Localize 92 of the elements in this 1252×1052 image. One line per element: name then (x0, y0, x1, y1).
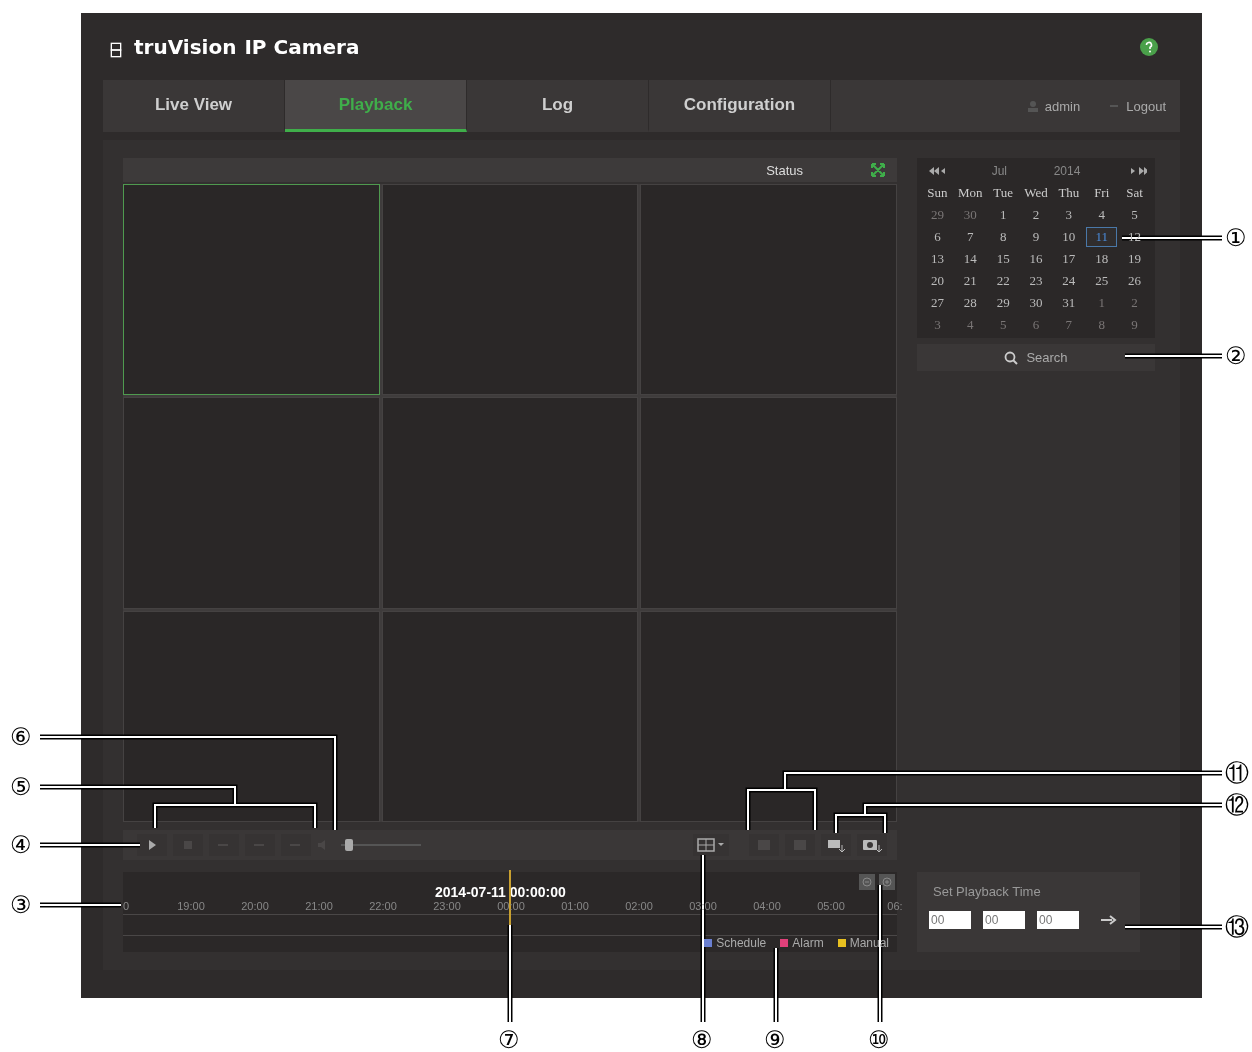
calendar-day[interactable]: 19 (1119, 249, 1150, 269)
calendar-day[interactable]: 4 (1086, 205, 1118, 225)
calendar-day[interactable]: 5 (1119, 205, 1150, 225)
calendar-day[interactable]: 22 (987, 271, 1019, 291)
time-tick: 22:00 (368, 900, 398, 912)
calendar-day[interactable]: 9 (1020, 227, 1052, 247)
callout-number: ③ (10, 893, 32, 917)
video-pane[interactable] (123, 610, 380, 822)
logo-text: truVision (134, 34, 237, 59)
calendar-day[interactable]: 3 (1053, 205, 1085, 225)
product-name: IP Camera (244, 34, 360, 59)
calendar-month: Jul (991, 164, 1007, 178)
calendar-day[interactable]: 23 (1020, 271, 1052, 291)
time-tick: 01:00 (560, 900, 590, 912)
calendar-day[interactable]: 25 (1086, 271, 1118, 291)
search-icon (1004, 350, 1019, 365)
calendar-day[interactable]: 15 (987, 249, 1019, 269)
calendar-day[interactable]: 26 (1119, 271, 1150, 291)
help-icon[interactable] (1140, 37, 1158, 56)
calendar-day[interactable]: 6 (922, 227, 953, 247)
legend-label: Schedule (716, 936, 767, 950)
video-download-icon (826, 837, 846, 853)
weekday-label: Mon (957, 184, 984, 202)
panel-title: Set Playback Time (933, 884, 1042, 899)
calendar-day[interactable]: 1 (987, 205, 1019, 225)
calendar-day[interactable]: 16 (1020, 249, 1052, 269)
timeline-ruler[interactable] (123, 914, 897, 936)
time-tick: 05:00 (816, 900, 846, 912)
calendar-day[interactable]: 18 (1086, 249, 1118, 269)
calendar-day[interactable]: 31 (1053, 293, 1085, 313)
callout-number: ⑪ (1225, 761, 1249, 785)
callout-number: ⑨ (764, 1028, 786, 1052)
time-tick: 04:00 (752, 900, 782, 912)
time-tick: 06: (886, 900, 904, 912)
calendar-day[interactable]: 29 (987, 293, 1019, 313)
time-tick: 23:00 (432, 900, 462, 912)
user-name: admin (1044, 98, 1081, 114)
weekday-label: Fri (1093, 184, 1111, 202)
zoom-in-button[interactable] (879, 874, 895, 890)
volume-thumb[interactable] (344, 839, 353, 851)
calendar-day[interactable]: 8 (987, 227, 1019, 247)
camera-download-icon (862, 837, 882, 853)
time-tick: 02:00 (624, 900, 654, 912)
user-icon (1026, 100, 1039, 112)
search-button[interactable]: Search (917, 344, 1155, 371)
calendar-day[interactable]: 10 (1053, 227, 1085, 247)
calendar-day[interactable]: 20 (922, 271, 953, 291)
time-tick: 19:00 (176, 900, 206, 912)
current-time: 2014-07-11 00:00:00 (435, 884, 566, 900)
calendar-day[interactable]: 2 (1020, 205, 1052, 225)
weekday-label: Thu (1057, 184, 1081, 202)
download-clip-button[interactable] (821, 834, 851, 856)
logout-link[interactable]: Logout (1126, 98, 1166, 114)
minute-field[interactable]: 00 (983, 911, 1025, 929)
calendar-day[interactable]: 17 (1053, 249, 1085, 269)
grid-icon (697, 838, 725, 852)
second-field[interactable]: 00 (1037, 911, 1079, 929)
callout-number: ⑧ (691, 1028, 713, 1052)
callout-number: ④ (10, 833, 32, 857)
calendar-day[interactable]: 24 (1053, 271, 1085, 291)
time-tick: 0 (123, 900, 130, 912)
time-tick: 21:00 (304, 900, 334, 912)
calendar-day[interactable]: 14 (954, 249, 986, 269)
callout-number: ⑫ (1225, 793, 1249, 817)
calendar-day[interactable]: 27 (922, 293, 953, 313)
calendar-day[interactable]: 13 (922, 249, 953, 269)
layout-button[interactable] (693, 834, 729, 856)
calendar-year: 2014 (1053, 164, 1081, 178)
callout-number: ① (1225, 226, 1247, 250)
download-picture-button[interactable] (857, 834, 887, 856)
status-label: Status (766, 162, 803, 178)
callout-number: ⑤ (10, 775, 32, 799)
callout-number: ② (1225, 344, 1247, 368)
calendar-day[interactable]: 30 (1020, 293, 1052, 313)
play-icon (148, 840, 156, 850)
callout-number: ⑬ (1225, 915, 1249, 939)
legend-label: Alarm (792, 936, 824, 950)
calendar-day[interactable]: 28 (954, 293, 986, 313)
weekday-label: Wed (1023, 184, 1049, 202)
calendar-day[interactable]: 21 (954, 271, 986, 291)
play-button[interactable] (137, 834, 167, 856)
fullscreen-icon[interactable] (871, 163, 885, 177)
weekday-label: Sat (1125, 184, 1144, 202)
calendar-day[interactable]: 7 (954, 227, 986, 247)
callout-number: ⑥ (10, 725, 32, 749)
hour-field[interactable]: 00 (929, 911, 971, 929)
weekday-label: Tue (992, 184, 1014, 202)
weekday-label: Sun (926, 184, 949, 202)
calendar-day[interactable]: 11 (1086, 227, 1118, 247)
callout-number: ⑩ (868, 1028, 890, 1052)
time-tick: 20:00 (240, 900, 270, 912)
callout-number: ⑦ (498, 1028, 520, 1052)
